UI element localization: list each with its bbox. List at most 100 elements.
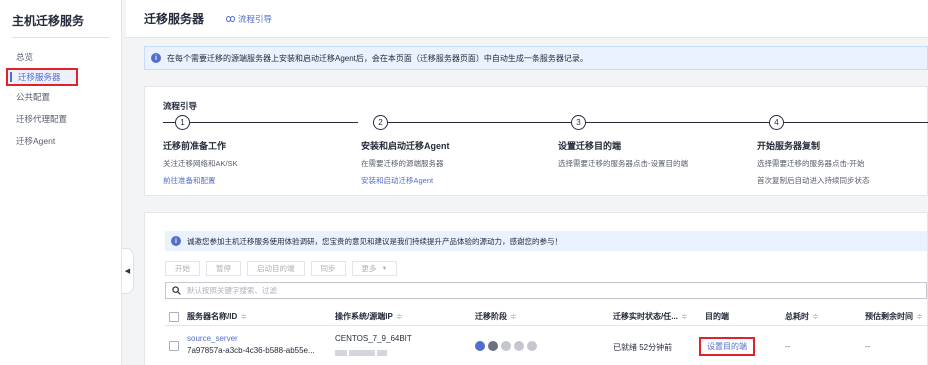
guide-title: 流程引导 xyxy=(163,101,198,111)
link-icon xyxy=(226,15,236,22)
process-guide-link[interactable]: 流程引导 xyxy=(226,13,272,25)
col-target-label: 目的端 xyxy=(705,312,729,321)
server-name-cell: source_server 7a97857a-a3cb-4c36-b588-ab… xyxy=(187,334,315,355)
survey-text: 诚邀您参加主机迁移服务使用体验调研，您宝贵的意见和建议是我们持续提升产品体验的源… xyxy=(187,236,562,246)
os-cell: CENTOS_7_9_64BIT xyxy=(335,334,412,357)
sync-button[interactable]: 同步 xyxy=(310,261,346,276)
select-all-checkbox[interactable] xyxy=(169,312,179,322)
search-placeholder: 默认按照关键字搜索、过滤 xyxy=(187,286,277,295)
step-description: 选择需要迁移的服务器点击-设置目的端 xyxy=(558,159,688,168)
active-indicator xyxy=(10,72,12,82)
col-elapsed-label: 总耗时 xyxy=(785,312,809,321)
stage-cell xyxy=(475,341,540,351)
notice-text: 在每个需要迁移的源端服务器上安装和启动迁移Agent后，会在本页面（迁移服务器页… xyxy=(167,53,588,63)
sidebar-item-public-config[interactable]: 公共配置 xyxy=(0,86,121,108)
guide-step-1: 迁移前准备工作 关注迁移网络和AK/SK 前往准备和配置 xyxy=(163,139,238,186)
elapsed-cell: -- xyxy=(785,342,791,351)
stage-icon xyxy=(514,341,524,351)
timeline-line xyxy=(163,122,175,123)
sidebar-collapse-button[interactable]: ◀ xyxy=(122,248,134,294)
info-icon: i xyxy=(151,53,161,63)
col-os-label: 操作系统/源端IP xyxy=(335,312,393,321)
col-target: 目的端 xyxy=(705,311,729,322)
step-description: 关注迁移网络和AK/SK xyxy=(163,159,238,168)
sidebar-item-overview[interactable]: 总览 xyxy=(0,46,121,68)
stage-icon xyxy=(527,341,537,351)
guide-step-4: 开始服务器复制 选择需要迁移的服务器点击-开始 首次复制后自动进入持续同步状态 xyxy=(757,139,870,192)
search-icon xyxy=(172,286,181,295)
step-description: 选择需要迁移的服务器点击-开始 xyxy=(757,159,865,168)
table-header: 服务器名称/ID ≑ 操作系统/源端IP ≑ 迁移阶段 ≑ 迁移实时状态/任... ≑ … xyxy=(165,308,927,326)
remaining-cell: -- xyxy=(865,342,871,351)
timeline-line xyxy=(190,122,358,123)
toolbar: 开始 暂停 启动目的端 同步 更多 ▼ xyxy=(165,261,398,276)
sort-icon: ≑ xyxy=(680,312,688,321)
timeline-line xyxy=(784,122,928,123)
timeline-line xyxy=(586,122,769,123)
sort-icon: ≑ xyxy=(916,312,923,321)
server-name-link[interactable]: source_server xyxy=(187,334,315,343)
install-agent-link[interactable]: 安装和启动迁移Agent xyxy=(361,175,450,186)
sidebar-item-proxy-config[interactable]: 迁移代理配置 xyxy=(0,108,121,130)
caret-left-icon: ◀ xyxy=(124,268,131,275)
process-guide-label: 流程引导 xyxy=(238,13,273,24)
sort-icon: ≑ xyxy=(240,312,247,321)
sort-icon: ≑ xyxy=(510,312,517,321)
info-notice: i 在每个需要迁移的源端服务器上安装和启动迁移Agent后，会在本页面（迁移服务… xyxy=(144,46,928,70)
col-name-label: 服务器名称/ID xyxy=(187,312,238,321)
guide-timeline: 1 2 3 4 xyxy=(163,115,928,131)
stage-icon xyxy=(488,341,498,351)
col-remaining[interactable]: 预估剩余时间 ≑ xyxy=(865,311,923,322)
step-description-2: 首次复制后自动进入持续同步状态 xyxy=(757,176,870,185)
caret-down-icon: ▼ xyxy=(381,265,388,272)
col-remaining-label: 预估剩余时间 xyxy=(865,312,913,321)
table-row: source_server 7a97857a-a3cb-4c36-b588-ab… xyxy=(165,328,927,365)
start-button[interactable]: 开始 xyxy=(165,261,200,276)
main-content: 迁移服务器 流程引导 i 在每个需要迁移的源端服务器上安装和启动迁移Agent后… xyxy=(126,0,928,365)
more-dropdown[interactable]: 更多 ▼ xyxy=(351,261,398,276)
step-description: 在需要迁移的源端服务器 xyxy=(361,159,444,168)
sidebar: 主机迁移服务 总览 迁移服务器 公共配置 迁移代理配置 迁移Agent xyxy=(0,0,122,365)
service-title: 主机迁移服务 xyxy=(12,14,85,28)
sidebar-item-migration-servers[interactable]: 迁移服务器 xyxy=(6,68,78,86)
status-cell: 已就绪 52分钟前 xyxy=(613,343,673,352)
col-stage-label: 迁移阶段 xyxy=(475,312,507,321)
sidebar-item-migration-agent[interactable]: 迁移Agent xyxy=(0,130,121,152)
sidebar-item-label: 迁移服务器 xyxy=(18,72,61,82)
guide-step-3: 设置迁移目的端 选择需要迁移的服务器点击-设置目的端 xyxy=(558,139,688,175)
start-target-button[interactable]: 启动目的端 xyxy=(247,261,305,276)
col-status[interactable]: 迁移实时状态/任... ≑ xyxy=(613,311,688,322)
step-circle-4: 4 xyxy=(769,115,784,130)
step-circle-1: 1 xyxy=(175,115,190,130)
source-ip-redacted xyxy=(335,348,412,357)
os-name: CENTOS_7_9_64BIT xyxy=(335,334,412,343)
col-os[interactable]: 操作系统/源端IP ≑ xyxy=(335,311,402,322)
timeline-line xyxy=(388,122,571,123)
step-title: 迁移前准备工作 xyxy=(163,141,227,151)
page-header: 迁移服务器 流程引导 xyxy=(126,0,928,38)
more-label: 更多 xyxy=(361,264,377,273)
step-circle-2: 2 xyxy=(373,115,388,130)
step-title: 安装和启动迁移Agent xyxy=(361,141,450,151)
sort-icon: ≑ xyxy=(395,312,403,321)
col-name[interactable]: 服务器名称/ID ≑ xyxy=(187,311,247,322)
search-input[interactable]: 默认按照关键字搜索、过滤 xyxy=(165,282,927,299)
stage-icon xyxy=(501,341,511,351)
sort-icon: ≑ xyxy=(812,312,819,321)
prepare-config-link[interactable]: 前往准备和配置 xyxy=(163,175,238,186)
server-id: 7a97857a-a3cb-4c36-b588-ab55e... xyxy=(187,346,315,355)
col-elapsed[interactable]: 总耗时 ≑ xyxy=(785,311,819,322)
server-list-card: i 诚邀您参加主机迁移服务使用体验调研，您宝贵的意见和建议是我们持续提升产品体验… xyxy=(144,212,928,365)
survey-banner: i 诚邀您参加主机迁移服务使用体验调研，您宝贵的意见和建议是我们持续提升产品体验… xyxy=(165,231,927,251)
guide-step-2: 安装和启动迁移Agent 在需要迁移的源端服务器 安装和启动迁移Agent xyxy=(361,139,450,186)
step-title: 设置迁移目的端 xyxy=(558,141,622,151)
page-title: 迁移服务器 xyxy=(144,12,205,26)
pause-button[interactable]: 暂停 xyxy=(206,261,241,276)
set-target-link[interactable]: 设置目的端 xyxy=(699,337,755,356)
step-title: 开始服务器复制 xyxy=(757,141,821,151)
col-stage[interactable]: 迁移阶段 ≑ xyxy=(475,311,517,322)
info-icon: i xyxy=(171,236,181,246)
process-guide-card: 流程引导 1 2 3 4 迁移前准备工作 关注迁移网络和AK/SK 前往准备和配… xyxy=(144,86,928,196)
step-circle-3: 3 xyxy=(571,115,586,130)
row-checkbox[interactable] xyxy=(169,341,179,351)
